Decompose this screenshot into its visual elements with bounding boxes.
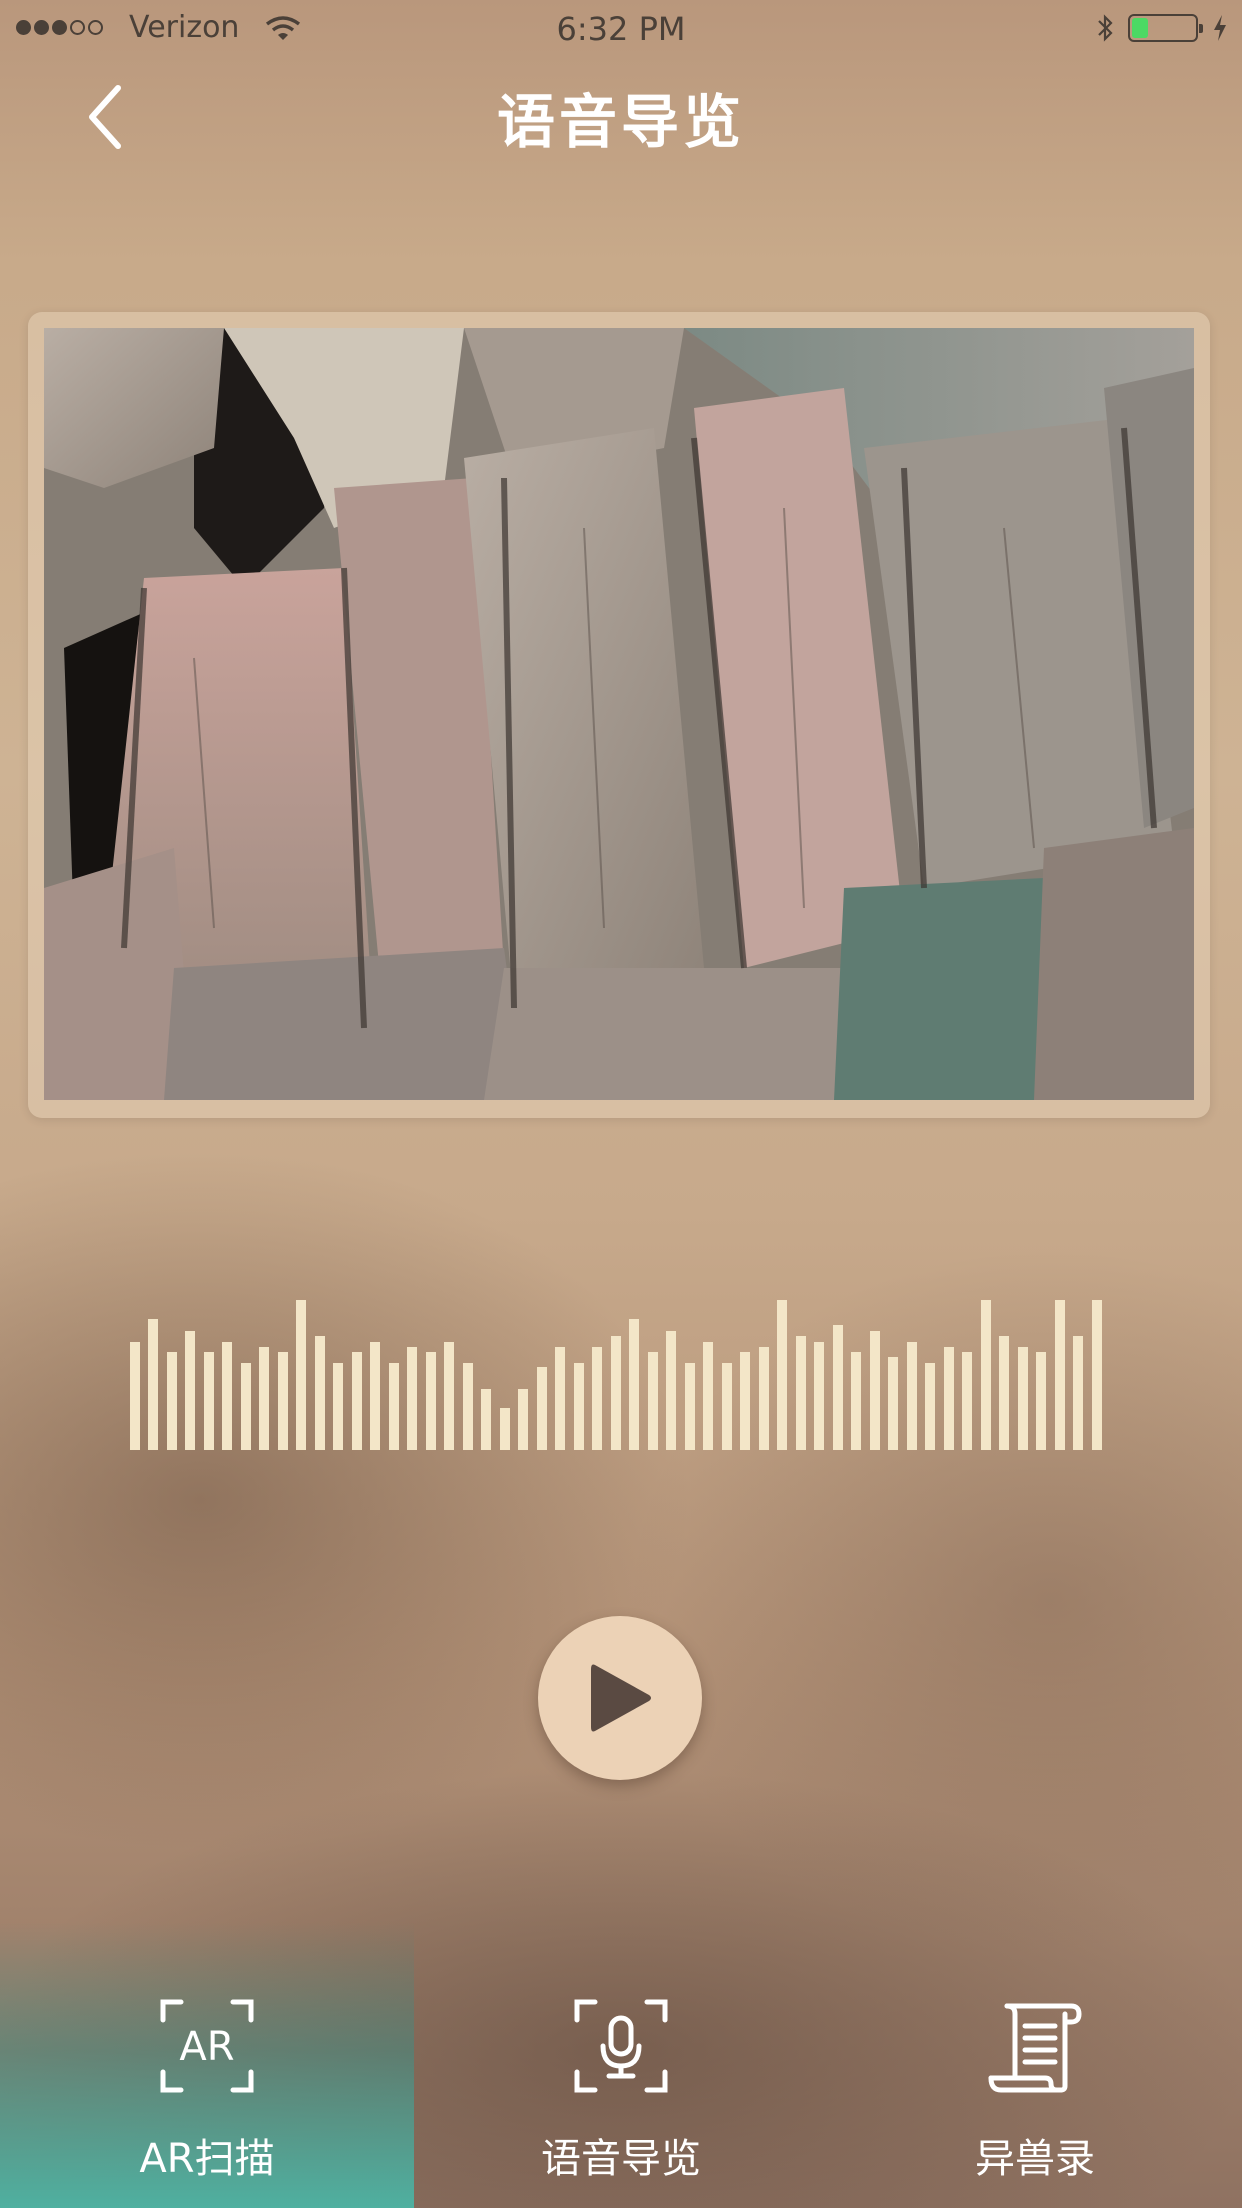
tab-label: AR扫描 [139,2136,275,2182]
waveform-bar [481,1389,491,1450]
waveform-bar [537,1367,547,1450]
back-button[interactable] [60,72,150,162]
waveform-bar [259,1347,269,1450]
waveform-bar [629,1319,639,1450]
tab-bar: AR AR扫描 语音导览 异兽录 [0,1922,1242,2208]
waveform-bar [759,1347,769,1450]
waveform-bar [907,1342,917,1450]
waveform-bar [444,1342,454,1450]
battery-icon [1128,14,1203,42]
waveform-bar [555,1347,565,1450]
scroll-icon [988,2003,1082,2093]
waveform-bar [148,1319,158,1450]
waveform-bar [1055,1300,1065,1450]
ar-scan-icon: AR [160,1999,254,2093]
audio-waveform [130,1300,1110,1450]
waveform-bar [352,1352,362,1450]
rock-formation-photo [44,328,1194,1100]
waveform-bar [981,1300,991,1450]
waveform-bar [426,1352,436,1450]
waveform-bar [389,1363,399,1450]
waveform-bar [722,1363,732,1450]
waveform-bar [962,1352,972,1450]
play-button[interactable] [538,1616,702,1780]
chevron-left-icon [89,85,121,149]
waveform-bar [500,1408,510,1450]
waveform-bar [463,1363,473,1450]
waveform-bar [740,1352,750,1450]
waveform-bar [944,1347,954,1450]
waveform-bar [1092,1300,1102,1450]
tab-label: 语音导览 [541,2136,701,2182]
waveform-bar [241,1363,251,1450]
waveform-bar [296,1300,306,1450]
tab-label: 异兽录 [975,2136,1095,2182]
waveform-bar [185,1331,195,1450]
waveform-bar [407,1347,417,1450]
waveform-bar [648,1352,658,1450]
svg-text:AR: AR [179,2024,234,2070]
status-bar: Verizon 6:32 PM [0,0,1242,60]
waveform-bar [611,1336,621,1450]
waveform-bar [315,1336,325,1450]
waveform-bar [278,1352,288,1450]
waveform-bar [796,1336,806,1450]
waveform-bar [925,1363,935,1450]
page-title: 语音导览 [496,88,745,156]
status-right [1096,14,1228,42]
waveform-bar [204,1352,214,1450]
waveform-bar [870,1331,880,1450]
play-icon [591,1664,651,1732]
tab-bestiary[interactable]: 异兽录 [828,1922,1242,2208]
waveform-bar [574,1363,584,1450]
waveform-bar [703,1342,713,1450]
waveform-bar [833,1325,843,1450]
tab-audio-guide[interactable]: 语音导览 [414,1922,828,2208]
waveform-bar [685,1363,695,1450]
waveform-bar [814,1342,824,1450]
waveform-bar [888,1357,898,1450]
waveform-bar [333,1363,343,1450]
waveform-bar [666,1331,676,1450]
waveform-bar [1018,1347,1028,1450]
tab-ar-scan[interactable]: AR AR扫描 [0,1922,414,2208]
waveform-bar [777,1300,787,1450]
waveform-bar [130,1342,140,1450]
status-time: 6:32 PM [556,10,686,48]
bluetooth-icon [1098,14,1113,42]
waveform-bar [1073,1336,1083,1450]
microphone-scan-icon [574,1999,668,2093]
waveform-bar [222,1342,232,1450]
waveform-bar [851,1352,861,1450]
waveform-bar [592,1347,602,1450]
exhibit-image-card [28,312,1210,1118]
charging-icon [1214,15,1226,41]
waveform-bar [370,1342,380,1450]
waveform-bar [518,1389,528,1450]
waveform-bar [167,1352,177,1450]
waveform-bar [1036,1352,1046,1450]
waveform-bar [999,1336,1009,1450]
